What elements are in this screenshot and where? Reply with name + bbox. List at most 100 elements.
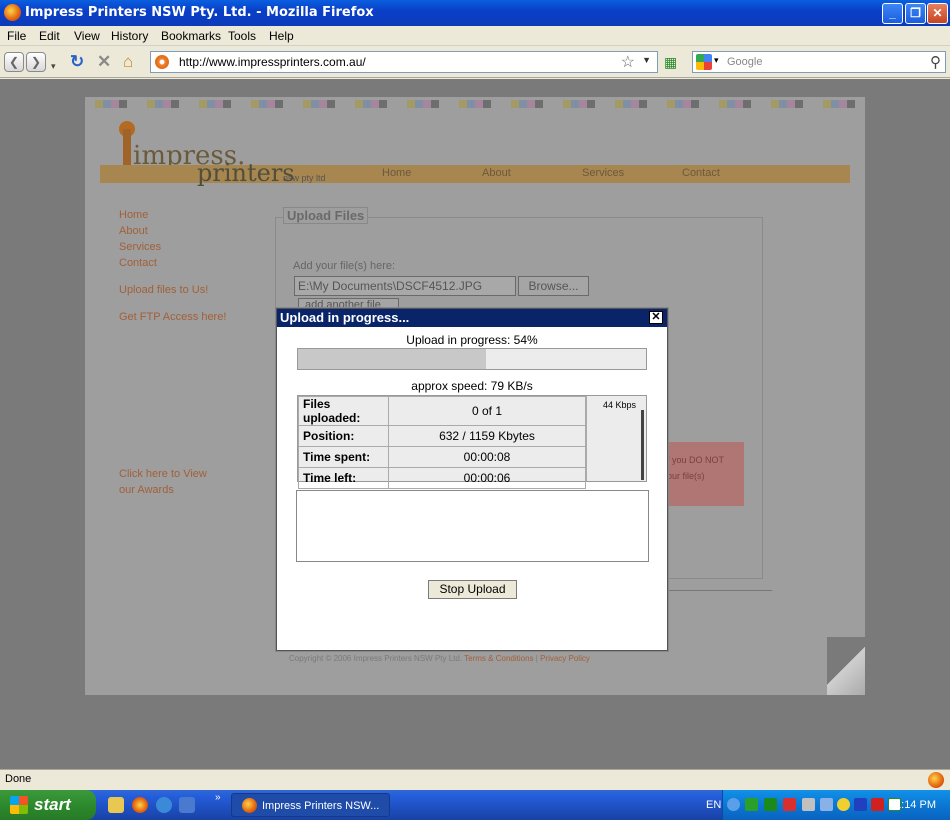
upload-legend: Upload Files — [283, 207, 369, 224]
menu-bar: File Edit View History Bookmarks Tools H… — [0, 26, 950, 46]
stop-upload-button[interactable]: Stop Upload — [428, 580, 517, 599]
status-text: Done — [5, 773, 32, 785]
menu-view[interactable]: View — [74, 29, 100, 43]
task-title: Impress Printers NSW... — [262, 800, 380, 812]
firefox-quicklaunch-icon[interactable] — [132, 797, 148, 813]
browse-button[interactable]: Browse... — [518, 276, 589, 296]
stat-label: Time left: — [298, 467, 389, 489]
minimize-button[interactable]: _ — [882, 3, 903, 24]
tray-shield-icon[interactable] — [783, 798, 796, 811]
topnav-contact[interactable]: Contact — [682, 167, 720, 179]
tray-app5-icon[interactable] — [871, 798, 884, 811]
color-bars — [95, 100, 855, 108]
menu-file[interactable]: File — [7, 29, 26, 43]
engine-dropdown-icon[interactable]: ▾ — [714, 55, 719, 66]
menu-history[interactable]: History — [111, 29, 148, 43]
topnav-about[interactable]: About — [482, 167, 511, 179]
graph-bar — [641, 410, 644, 480]
google-engine-icon[interactable] — [696, 54, 712, 70]
logo-subtitle: nsw pty ltd — [283, 173, 326, 183]
restore-button[interactable]: ❐ — [905, 3, 926, 24]
table-row: Position: 632 / 1159 Kbytes — [298, 425, 586, 447]
stat-value: 0 of 1 — [388, 396, 586, 426]
ftp-access-link[interactable]: Get FTP Access here! — [119, 311, 226, 323]
app-quicklaunch-icon[interactable] — [179, 797, 195, 813]
tray-network-icon[interactable] — [802, 798, 815, 811]
tray-bluetooth-icon[interactable] — [854, 798, 867, 811]
bookmark-star-icon[interactable]: ☆ — [621, 52, 635, 72]
address-bar[interactable]: http://www.impressprinters.com.au/ ☆ ▼ — [150, 51, 658, 73]
table-row: Files uploaded: 0 of 1 — [298, 396, 586, 426]
menu-help[interactable]: Help — [269, 29, 294, 43]
terms-link[interactable]: Terms & Conditions — [464, 654, 533, 663]
upload-stats-panel: Files uploaded: 0 of 1 Position: 632 / 1… — [297, 395, 647, 489]
clock[interactable]: 11:14 PM — [890, 799, 936, 811]
reload-icon[interactable]: ↻ — [70, 51, 84, 73]
page-curl-decoration — [827, 637, 865, 695]
start-label: start — [34, 795, 71, 814]
table-row: Time left: 00:00:06 — [298, 467, 586, 489]
upload-progress-dialog: Upload in progress... ✕ Upload in progre… — [276, 308, 668, 651]
history-dropdown-icon[interactable]: ▾ — [51, 55, 56, 77]
upload-log-area[interactable] — [296, 490, 649, 562]
table-row: Time spent: 00:00:08 — [298, 446, 586, 468]
back-button[interactable]: ❮ — [4, 52, 24, 72]
address-url[interactable]: http://www.impressprinters.com.au/ — [179, 55, 366, 69]
windows-logo-icon — [10, 796, 28, 814]
topnav-services[interactable]: Services — [582, 167, 624, 179]
tray-arrow-icon[interactable] — [727, 798, 740, 811]
upload-files-link[interactable]: Upload files to Us! — [119, 284, 208, 296]
search-placeholder[interactable]: Google — [727, 56, 762, 68]
sidenav-services[interactable]: Services — [119, 241, 161, 253]
system-tray: EN 11:14 PM — [706, 790, 950, 820]
stat-value: 00:00:08 — [388, 446, 586, 468]
speed-text: approx speed: 79 KB/s — [411, 379, 533, 393]
awards-link-line1[interactable]: Click here to View — [119, 468, 207, 480]
start-button[interactable]: start — [0, 790, 96, 820]
tray-app3-icon[interactable] — [820, 798, 833, 811]
add-another-file-button[interactable]: add another file — [298, 298, 399, 308]
firefox-icon — [4, 4, 21, 21]
sidenav-home[interactable]: Home — [119, 209, 148, 221]
taskbar-firefox-window[interactable]: Impress Printers NSW... — [231, 793, 390, 817]
tray-app2-icon[interactable] — [764, 798, 777, 811]
stop-icon[interactable]: ✕ — [97, 51, 111, 73]
copyright-text: Copyright © 2006 Impress Printers NSW Pt… — [289, 654, 463, 663]
stat-value: 632 / 1159 Kbytes — [388, 425, 586, 447]
topnav-home[interactable]: Home — [382, 167, 411, 179]
menu-bookmarks[interactable]: Bookmarks — [161, 29, 221, 43]
navigation-toolbar: ❮ ❯ ▾ ↻ ✕ ⌂ http://www.impressprinters.c… — [0, 46, 950, 78]
close-button[interactable]: ✕ — [927, 3, 948, 24]
add-files-label: Add your file(s) here: — [293, 260, 396, 272]
show-desktop-icon[interactable] — [108, 797, 124, 813]
stat-label: Position: — [298, 425, 389, 447]
menu-tools[interactable]: Tools — [228, 29, 256, 43]
quicklaunch-expand-icon[interactable]: » — [215, 792, 221, 803]
file-path-input[interactable]: E:\My Documents\DSCF4512.JPG — [294, 276, 516, 296]
logo-printers: printers — [197, 159, 295, 187]
speed-graph: 44 Kbps — [586, 396, 646, 481]
footer-separator: | — [535, 654, 538, 663]
progress-text: Upload in progress: 54% — [406, 333, 538, 347]
dialog-close-button[interactable]: ✕ — [649, 311, 663, 324]
feed-icon[interactable]: ▦ — [664, 51, 677, 73]
ie-quicklaunch-icon[interactable] — [156, 797, 172, 813]
notice-line2: our file(s) — [667, 471, 705, 481]
tray-app1-icon[interactable] — [745, 798, 758, 811]
stat-label: Files uploaded: — [298, 396, 389, 426]
privacy-link[interactable]: Privacy Policy — [540, 654, 590, 663]
awards-link-line2[interactable]: our Awards — [119, 484, 174, 496]
home-icon[interactable]: ⌂ — [123, 51, 133, 73]
language-indicator[interactable]: EN — [706, 799, 721, 811]
address-dropdown-icon[interactable]: ▼ — [642, 55, 651, 65]
graph-speed-label: 44 Kbps — [602, 400, 636, 410]
tray-app4-icon[interactable] — [837, 798, 850, 811]
menu-edit[interactable]: Edit — [39, 29, 60, 43]
forward-button[interactable]: ❯ — [26, 52, 46, 72]
sidenav-about[interactable]: About — [119, 225, 148, 237]
sidenav-contact[interactable]: Contact — [119, 257, 157, 269]
taskbar: start » Impress Printers NSW... EN 11:14… — [0, 790, 950, 820]
progress-bar-fill — [298, 349, 486, 369]
search-bar[interactable]: ▾ Google ⚲ — [692, 51, 946, 73]
search-icon[interactable]: ⚲ — [930, 53, 941, 71]
